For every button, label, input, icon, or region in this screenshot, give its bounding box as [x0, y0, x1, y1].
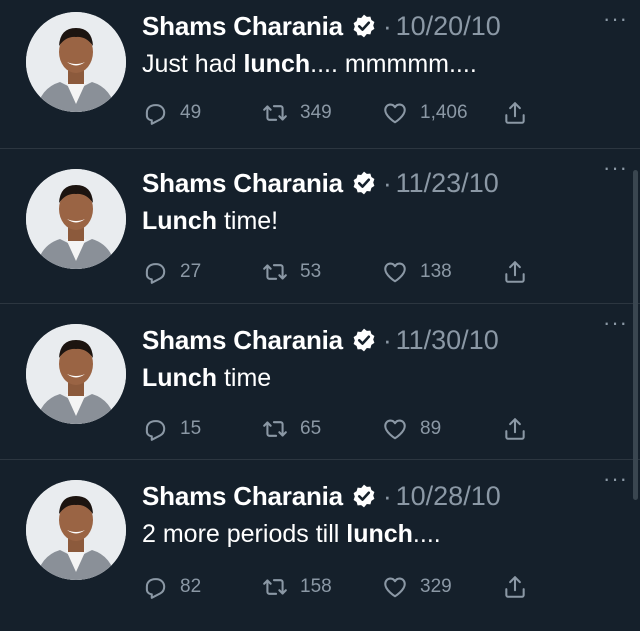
separator-dot: · [382, 480, 392, 511]
tweet-actions: 27 53 138 [142, 257, 580, 287]
tweet-actions: 15 65 89 [142, 414, 580, 444]
verified-badge-icon [351, 170, 377, 196]
avatar-image [26, 480, 126, 580]
avatar-image [26, 12, 126, 112]
like-button[interactable]: 329 [382, 574, 502, 600]
author-name[interactable]: Shams Charania [142, 11, 343, 42]
timeline: Shams Charania · 10/20/10 Just had lunch… [0, 0, 640, 631]
tweet-text: Just had lunch.... mmmmm.... [142, 50, 477, 78]
tweet-actions: 82 158 329 [142, 572, 580, 602]
retweet-count: 158 [300, 576, 332, 597]
retweet-icon [262, 259, 288, 285]
retweet-icon [262, 416, 288, 442]
tweet[interactable]: Shams Charania · 10/20/10 Just had lunch… [0, 0, 640, 149]
verified-badge-icon [351, 13, 377, 39]
reply-count: 27 [180, 261, 202, 282]
author-name[interactable]: Shams Charania [142, 168, 343, 199]
more-options-icon[interactable]: ··· [603, 466, 628, 492]
more-options-icon[interactable]: ··· [603, 155, 628, 181]
retweet-button[interactable]: 158 [262, 574, 382, 600]
reply-button[interactable]: 82 [142, 574, 262, 600]
avatar-image [26, 169, 126, 269]
retweet-button[interactable]: 65 [262, 416, 382, 442]
retweet-count: 53 [300, 261, 322, 282]
like-button[interactable]: 89 [382, 416, 502, 442]
share-icon [502, 574, 528, 600]
share-icon [502, 416, 528, 442]
like-button[interactable]: 138 [382, 259, 502, 285]
like-icon [382, 416, 408, 442]
reply-button[interactable]: 27 [142, 259, 262, 285]
share-button[interactable] [502, 100, 542, 126]
more-options-icon[interactable]: ··· [603, 310, 628, 336]
share-icon [502, 100, 528, 126]
reply-icon [142, 416, 168, 442]
share-button[interactable] [502, 416, 542, 442]
retweet-count: 65 [300, 418, 322, 439]
reply-count: 15 [180, 418, 202, 439]
separator-dot: · [382, 10, 392, 41]
tweet[interactable]: Shams Charania · 10/28/10 2 more periods… [0, 460, 640, 631]
avatar-image [26, 324, 126, 424]
retweet-button[interactable]: 349 [262, 100, 382, 126]
author-name[interactable]: Shams Charania [142, 481, 343, 512]
tweet-text: Lunch time! [142, 207, 279, 235]
reply-button[interactable]: 49 [142, 100, 262, 126]
avatar[interactable] [26, 480, 126, 580]
tweet-date[interactable]: 11/30/10 [396, 325, 499, 356]
reply-icon [142, 259, 168, 285]
verified-badge-icon [351, 483, 377, 509]
reply-icon [142, 100, 168, 126]
like-count: 329 [420, 576, 452, 597]
like-count: 89 [420, 418, 442, 439]
share-button[interactable] [502, 259, 542, 285]
tweet-text: Lunch time [142, 364, 272, 392]
like-button[interactable]: 1,406 [382, 100, 502, 126]
reply-button[interactable]: 15 [142, 416, 262, 442]
reply-icon [142, 574, 168, 600]
tweet[interactable]: Shams Charania · 11/30/10 Lunch time 15 … [0, 304, 640, 460]
like-count: 1,406 [420, 102, 468, 123]
separator-dot: · [382, 324, 392, 355]
like-count: 138 [420, 261, 452, 282]
like-icon [382, 574, 408, 600]
reply-count: 49 [180, 102, 202, 123]
retweet-count: 349 [300, 102, 332, 123]
tweet-text: 2 more periods till lunch.... [142, 520, 441, 548]
tweet-date[interactable]: 10/20/10 [396, 11, 501, 42]
tweet-actions: 49 349 1,406 [142, 98, 580, 128]
share-button[interactable] [502, 574, 542, 600]
reply-count: 82 [180, 576, 202, 597]
retweet-button[interactable]: 53 [262, 259, 382, 285]
scrollbar[interactable] [633, 170, 638, 500]
avatar[interactable] [26, 12, 126, 112]
retweet-icon [262, 574, 288, 600]
verified-badge-icon [351, 327, 377, 353]
tweet-date[interactable]: 11/23/10 [396, 168, 499, 199]
more-options-icon[interactable]: ··· [603, 6, 628, 32]
like-icon [382, 100, 408, 126]
retweet-icon [262, 100, 288, 126]
avatar[interactable] [26, 324, 126, 424]
separator-dot: · [382, 167, 392, 198]
like-icon [382, 259, 408, 285]
tweet[interactable]: Shams Charania · 11/23/10 Lunch time! 27… [0, 149, 640, 304]
share-icon [502, 259, 528, 285]
avatar[interactable] [26, 169, 126, 269]
author-name[interactable]: Shams Charania [142, 325, 343, 356]
tweet-date[interactable]: 10/28/10 [396, 481, 501, 512]
